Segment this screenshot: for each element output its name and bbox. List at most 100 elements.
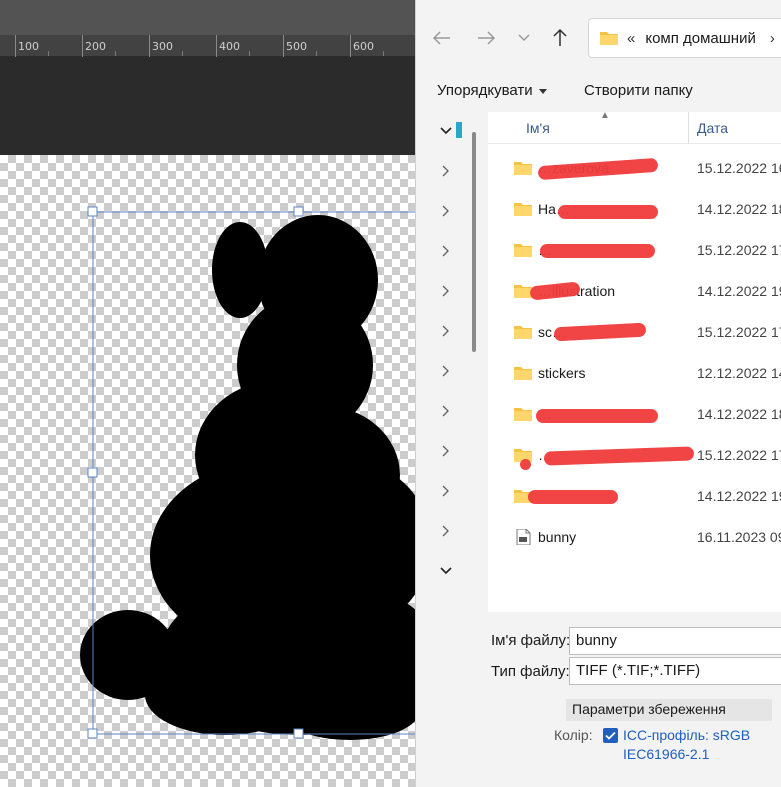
icc-profile-label[interactable]: ICC-профіль: sRGB IEC61966-2.1 [623,726,781,764]
ruler-label: 200 [85,40,106,53]
sort-up-icon: ▲ [600,110,610,121]
photoshop-workspace: 100 200 300 400 500 600 [0,0,415,787]
command-bar: Упорядкувати Створити папку [416,72,781,112]
file-date: 14.12.2022 18 [697,201,781,217]
save-as-dialog: « комп домашний › Упорядкувати Створити … [415,0,781,787]
tree-expand-toggle[interactable] [438,363,454,379]
folder-icon [514,408,532,421]
file-date: 14.12.2022 19 [697,488,781,504]
checkmark-icon [605,731,616,740]
chevron-right-icon [442,365,449,377]
redaction-dot [520,459,531,470]
filetype-label: Тип файлу: [491,663,570,680]
tree-expand-toggle[interactable] [438,323,454,339]
organize-button[interactable]: Упорядкувати [437,82,547,99]
back-button[interactable] [430,26,454,50]
tree-expand-toggle[interactable] [438,563,454,579]
ruler-mark [82,35,83,57]
address-path[interactable]: комп домашний [645,30,756,47]
options-bar [0,0,415,35]
redaction-mark [558,205,658,219]
chevron-down-icon [440,127,452,135]
list-item[interactable]: bunny 16.11.2023 09 [488,517,781,557]
list-item[interactable]: stickers 12.12.2022 14 [488,353,781,393]
folder-icon [514,203,532,216]
arrow-up-icon [553,29,567,46]
file-date: 14.12.2022 18 [697,406,781,422]
address-chevron-icon[interactable]: › [770,30,775,47]
icc-profile-checkbox[interactable] [603,728,618,743]
forward-button[interactable] [474,26,498,50]
column-header: ▲ Ім'я Дата [488,110,781,144]
file-date: 15.12.2022 17 [697,242,781,258]
chevron-down-icon [518,34,530,42]
chevron-right-icon [442,445,449,457]
redaction-mark [540,244,655,258]
ruler-label: 500 [286,40,307,53]
folder-icon [600,32,618,45]
new-folder-button[interactable]: Створити папку [584,82,693,99]
navigation-scrollbar[interactable] [466,112,488,612]
ruler-label: 100 [18,40,39,53]
filename-input[interactable]: bunny [569,627,781,655]
redaction-mark [536,409,658,423]
chevron-right-icon [442,205,449,217]
organize-label: Упорядкувати [437,82,533,99]
navigation-pane [416,112,466,612]
list-item[interactable]: … 15.12.2022 17 [488,230,781,270]
list-item[interactable]: …illustration 14.12.2022 19 [488,271,781,311]
pasteboard [0,57,415,155]
column-date[interactable]: Дата [697,120,728,136]
ruler-mark [216,35,217,57]
file-date: 14.12.2022 19 [697,283,781,299]
folder-icon [514,244,532,257]
address-bar[interactable]: « комп домашний › [588,18,781,58]
list-item[interactable]: … 14.12.2022 18 [488,394,781,434]
arrow-left-icon [433,31,450,45]
bunny-silhouette[interactable] [0,155,415,787]
chevron-right-icon [442,245,449,257]
tree-expand-toggle[interactable] [438,123,454,139]
column-divider[interactable] [688,112,689,144]
save-options-header: Параметри збереження [566,699,772,721]
ruler-mark [283,35,284,57]
tree-expand-toggle[interactable] [438,163,454,179]
scrollbar-thumb[interactable] [472,132,476,352]
file-name: stickers [538,365,586,381]
list-item[interactable]: …zaverova 15.12.2022 16 [488,148,781,188]
ruler-mark [149,35,150,57]
tif-file-icon [516,529,531,545]
ruler-mark [15,35,16,57]
ruler-mark [350,35,351,57]
filename-label: Ім'я файлу: [491,632,571,649]
redaction-mark [553,322,647,342]
tree-expand-toggle[interactable] [438,403,454,419]
list-item[interactable]: 14.12.2022 19 [488,476,781,516]
list-item[interactable]: sc… 15.12.2022 17 [488,312,781,352]
address-overflow[interactable]: « [627,30,635,47]
file-list: ▲ Ім'я Дата …zaverova 15.12.2022 16 Ha… … [488,110,781,612]
tree-expand-toggle[interactable] [438,443,454,459]
recent-locations-button[interactable] [512,26,536,50]
list-item[interactable]: Ha… 14.12.2022 18 [488,189,781,229]
chevron-down-icon [440,567,452,575]
list-item[interactable]: … 15.12.2022 17 [488,435,781,475]
tree-expand-toggle[interactable] [438,243,454,259]
ruler-label: 400 [219,40,240,53]
horizontal-ruler[interactable]: 100 200 300 400 500 600 [0,35,415,57]
chevron-right-icon [442,405,449,417]
icc-line-2: IEC61966-2.1 [623,746,710,762]
navigation-bar: « комп домашний › [416,8,781,64]
caret-down-icon [538,88,547,94]
tree-expand-toggle[interactable] [438,483,454,499]
column-name[interactable]: Ім'я [526,120,550,136]
tree-expand-toggle[interactable] [438,523,454,539]
filetype-select[interactable]: TIFF (*.TIF;*.TIFF) [569,657,781,685]
up-button[interactable] [548,26,572,50]
tree-expand-toggle[interactable] [438,283,454,299]
document-canvas[interactable] [0,155,415,787]
file-date: 15.12.2022 17 [697,447,781,463]
chevron-right-icon [442,525,449,537]
icc-line-1: ICC-профіль: sRGB [623,727,751,743]
tree-expand-toggle[interactable] [438,203,454,219]
